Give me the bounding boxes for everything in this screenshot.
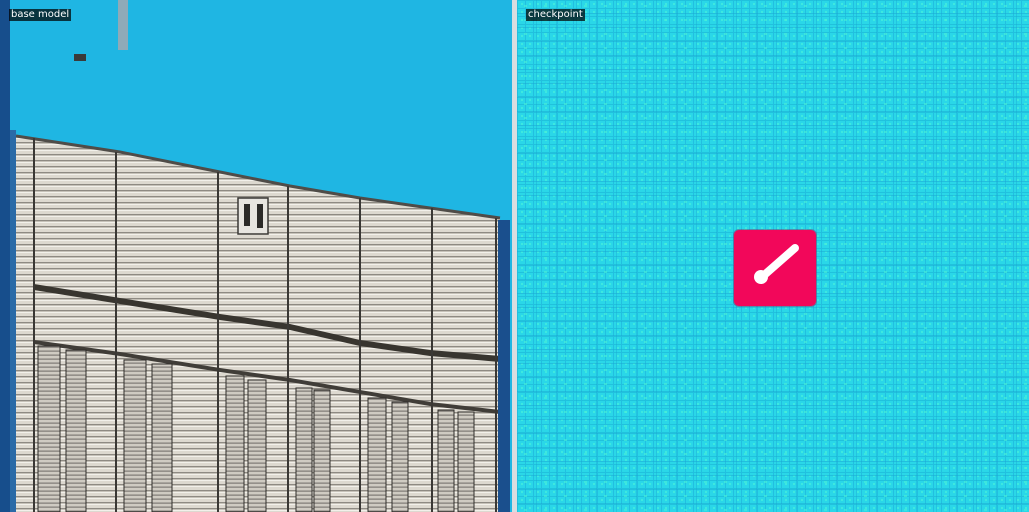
building-photo (0, 0, 512, 512)
base-model-label: base model (9, 9, 72, 21)
checkpoint-label: checkpoint (526, 9, 585, 21)
checkpoint-panel: checkpoint (517, 0, 1029, 512)
bird-speck (74, 54, 86, 61)
slash-pen-icon (734, 230, 816, 306)
base-model-panel: base model (0, 0, 512, 512)
